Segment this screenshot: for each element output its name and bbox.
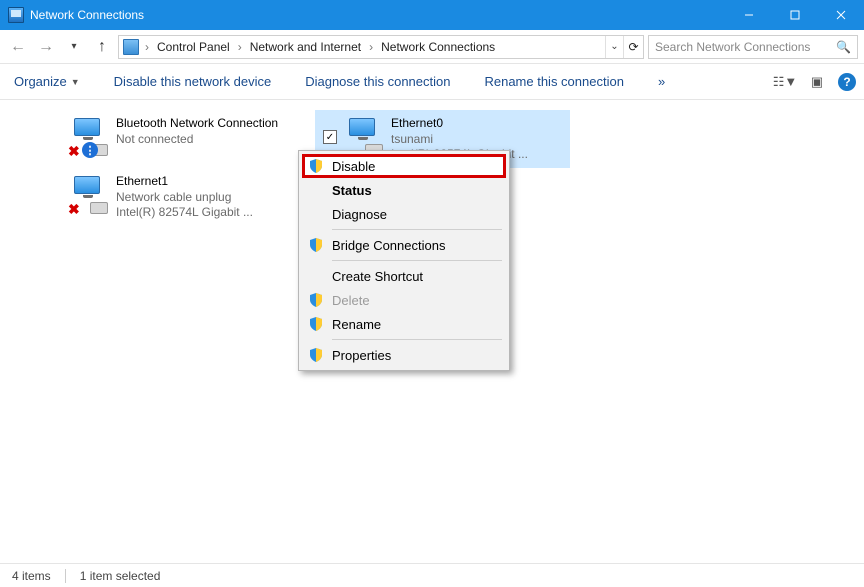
menu-item-label: Rename	[332, 317, 381, 332]
connection-status: Not connected	[116, 132, 278, 148]
connection-device: Intel(R) 82574L Gigabit ...	[116, 205, 253, 221]
help-button[interactable]: ?	[838, 73, 856, 91]
breadcrumb-item[interactable]: Control Panel	[155, 40, 232, 54]
connection-name: Bluetooth Network Connection	[116, 116, 278, 132]
bluetooth-icon: ⋮	[82, 142, 98, 158]
menu-item-properties[interactable]: Properties	[302, 343, 506, 367]
address-bar-row: ← → ▾ ↑ › Control Panel › Network and In…	[0, 30, 864, 64]
minimize-button[interactable]	[726, 0, 772, 30]
adapter-icon: ✖	[68, 174, 110, 216]
connection-item[interactable]: ✖⋮Bluetooth Network ConnectionNot connec…	[60, 110, 315, 168]
menu-item-delete: Delete	[302, 288, 506, 312]
cmd-label: Rename this connection	[484, 74, 623, 89]
address-bar[interactable]: › Control Panel › Network and Internet ›…	[118, 35, 644, 59]
window-title: Network Connections	[30, 8, 726, 22]
no-icon	[308, 268, 324, 284]
shield-icon	[308, 347, 324, 363]
shield-icon	[308, 237, 324, 253]
status-bar: 4 items 1 item selected	[0, 563, 864, 587]
recent-locations-button[interactable]: ▾	[62, 35, 86, 59]
preview-pane-button[interactable]: ▣	[806, 71, 828, 93]
menu-item-disable[interactable]: Disable	[302, 154, 506, 178]
error-x-icon: ✖	[68, 144, 82, 158]
maximize-button[interactable]	[772, 0, 818, 30]
divider	[65, 569, 66, 583]
menu-item-label: Bridge Connections	[332, 238, 445, 253]
view-options-button[interactable]: ☷ ▼	[774, 71, 796, 93]
menu-item-label: Create Shortcut	[332, 269, 423, 284]
cmd-label: »	[658, 74, 665, 89]
window-controls	[726, 0, 864, 30]
command-bar: Organize ▼ Disable this network device Di…	[0, 64, 864, 100]
menu-item-label: Disable	[332, 159, 375, 174]
connection-status: tsunami	[391, 132, 528, 148]
no-icon	[308, 182, 324, 198]
cmd-label: Diagnose this connection	[305, 74, 450, 89]
menu-separator	[332, 260, 502, 261]
selection-checkbox[interactable]: ✓	[323, 130, 337, 144]
search-placeholder: Search Network Connections	[655, 40, 810, 54]
chevron-right-icon: ›	[143, 40, 151, 54]
back-button[interactable]: ←	[6, 35, 30, 59]
organize-label: Organize	[14, 74, 67, 89]
menu-item-create-shortcut[interactable]: Create Shortcut	[302, 264, 506, 288]
more-commands-button[interactable]: »	[652, 70, 671, 93]
adapter-icon: ✖⋮	[68, 116, 110, 158]
no-icon	[308, 206, 324, 222]
search-icon: 🔍	[836, 40, 851, 54]
breadcrumb-item[interactable]: Network Connections	[379, 40, 497, 54]
menu-item-label: Status	[332, 183, 372, 198]
close-button[interactable]	[818, 0, 864, 30]
address-history-button[interactable]: ⌄	[605, 36, 623, 58]
title-bar: Network Connections	[0, 0, 864, 30]
location-icon	[123, 39, 139, 55]
selection-count: 1 item selected	[80, 569, 161, 583]
up-button[interactable]: ↑	[90, 35, 114, 59]
chevron-right-icon: ›	[236, 40, 244, 54]
organize-menu[interactable]: Organize ▼	[8, 70, 86, 93]
shield-icon	[308, 316, 324, 332]
diagnose-connection-button[interactable]: Diagnose this connection	[299, 70, 456, 93]
menu-separator	[332, 339, 502, 340]
chevron-right-icon: ›	[367, 40, 375, 54]
item-count: 4 items	[12, 569, 51, 583]
connection-name: Ethernet0	[391, 116, 528, 132]
connection-name: Ethernet1	[116, 174, 253, 190]
context-menu: Disable Status Diagnose Bridge Connections C…	[298, 150, 510, 371]
connection-status: Network cable unplug	[116, 190, 253, 206]
search-input[interactable]: Search Network Connections 🔍	[648, 35, 858, 59]
menu-item-label: Delete	[332, 293, 370, 308]
menu-item-label: Properties	[332, 348, 391, 363]
connection-text: Bluetooth Network ConnectionNot connecte…	[116, 116, 278, 147]
rename-connection-button[interactable]: Rename this connection	[478, 70, 629, 93]
menu-item-label: Diagnose	[332, 207, 387, 222]
refresh-button[interactable]: ⟳	[623, 36, 643, 58]
content-area: ✖⋮Bluetooth Network ConnectionNot connec…	[0, 100, 864, 563]
menu-item-status[interactable]: Status	[302, 178, 506, 202]
connection-text: Ethernet1Network cable unplugIntel(R) 82…	[116, 174, 253, 221]
forward-button[interactable]: →	[34, 35, 58, 59]
caret-down-icon: ▼	[71, 77, 80, 87]
menu-item-rename[interactable]: Rename	[302, 312, 506, 336]
connection-item[interactable]: ✖ Ethernet1Network cable unplugIntel(R) 8…	[60, 168, 315, 226]
shield-icon	[308, 158, 324, 174]
breadcrumb-item[interactable]: Network and Internet	[248, 40, 363, 54]
cmd-label: Disable this network device	[114, 74, 272, 89]
shield-icon	[308, 292, 324, 308]
error-x-icon: ✖	[68, 202, 82, 216]
menu-item-bridge-connections[interactable]: Bridge Connections	[302, 233, 506, 257]
menu-separator	[332, 229, 502, 230]
menu-item-diagnose[interactable]: Diagnose	[302, 202, 506, 226]
app-icon	[8, 7, 24, 23]
disable-device-button[interactable]: Disable this network device	[108, 70, 278, 93]
